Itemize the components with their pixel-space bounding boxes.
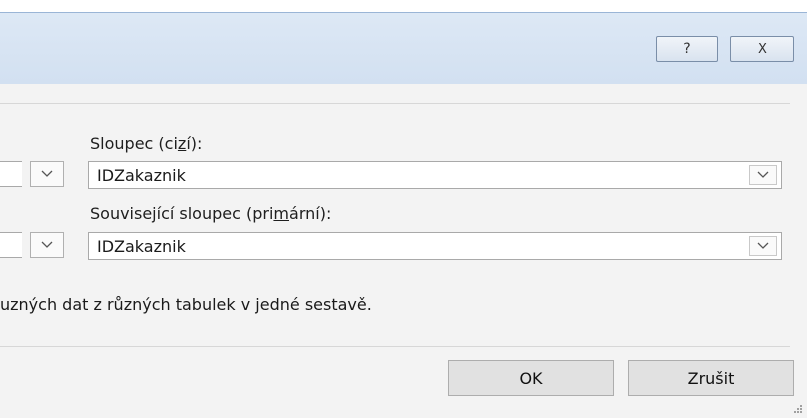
primary-column-label: Související sloupec (primární): (90, 204, 332, 223)
title-bar: ? X (0, 13, 807, 84)
resize-grip-icon[interactable] (793, 404, 803, 414)
related-table-dropdown-button[interactable] (30, 232, 64, 258)
primary-column-dropdown-button[interactable] (749, 236, 777, 256)
related-table-combo-stub[interactable] (0, 232, 22, 258)
top-divider (0, 103, 790, 104)
table-dropdown-button[interactable] (30, 161, 64, 187)
close-button[interactable]: X (730, 36, 794, 62)
help-icon: ? (683, 41, 691, 57)
description-text: uzných dat z různých tabulek v jedné ses… (0, 295, 372, 314)
chevron-down-icon (41, 170, 53, 177)
close-icon: X (758, 41, 767, 57)
foreign-column-combo[interactable]: IDZakaznik (88, 161, 782, 189)
ok-button[interactable]: OK (448, 360, 614, 396)
primary-column-value: IDZakaznik (97, 237, 186, 256)
chevron-down-icon (41, 241, 53, 248)
foreign-column-label: Sloupec (cizí): (90, 134, 203, 153)
foreign-column-value: IDZakaznik (97, 166, 186, 185)
cancel-button[interactable]: Zrušit (628, 360, 794, 396)
foreign-column-dropdown-button[interactable] (749, 165, 777, 185)
chevron-down-icon (757, 242, 769, 249)
help-button[interactable]: ? (656, 36, 718, 62)
table-combo-stub[interactable] (0, 161, 22, 187)
bottom-divider (0, 346, 790, 347)
primary-column-combo[interactable]: IDZakaznik (88, 232, 782, 260)
chevron-down-icon (757, 171, 769, 178)
relationship-dialog: ? X Sloupec (cizí): IDZakaznik Souvisejí… (0, 12, 807, 418)
